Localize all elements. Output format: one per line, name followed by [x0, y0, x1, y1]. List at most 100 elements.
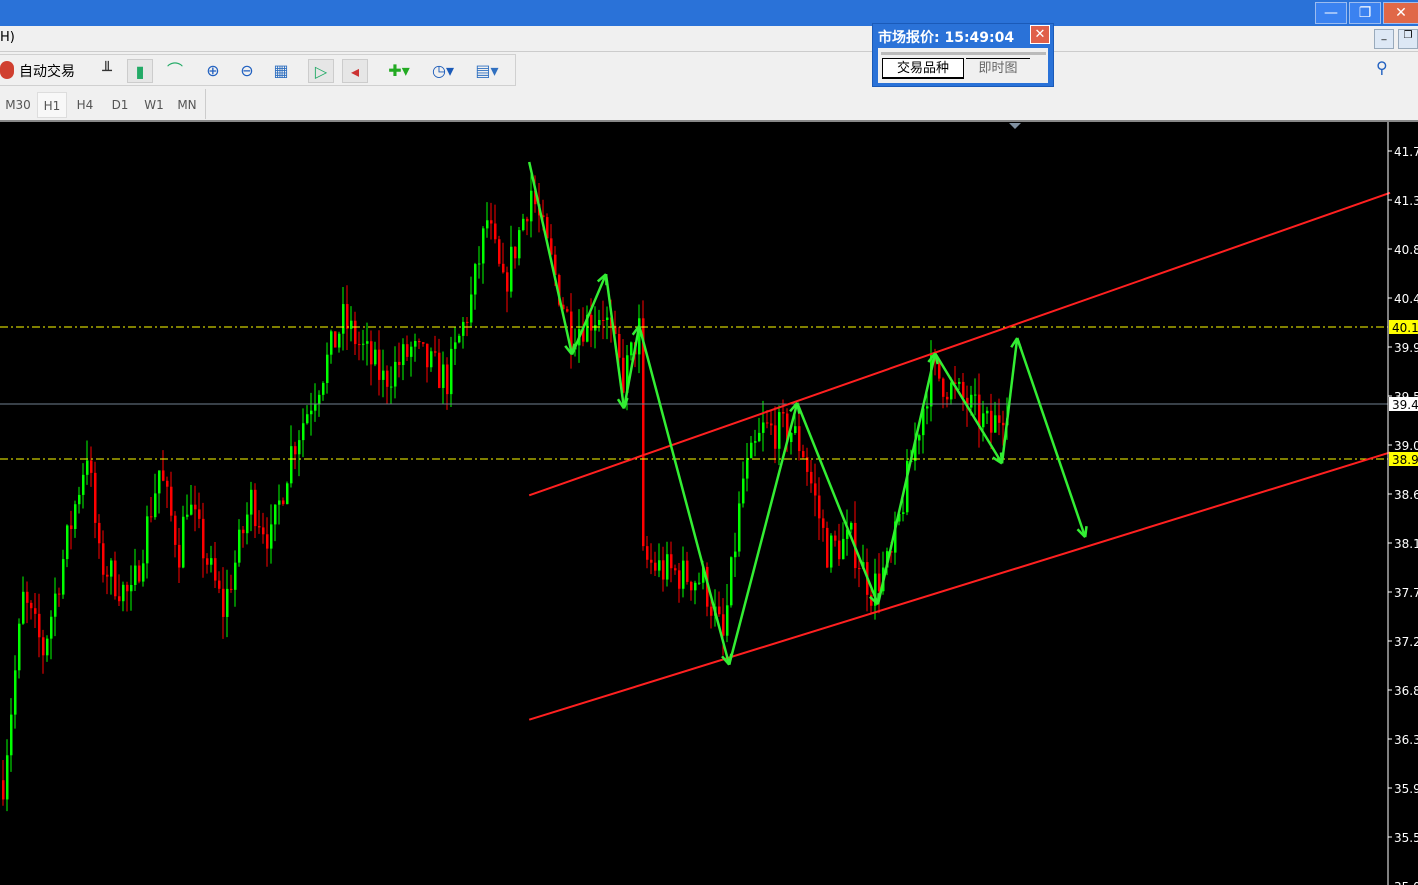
candle-body [138, 565, 141, 582]
wave-arrow-line [527, 161, 574, 355]
candle-body [418, 341, 421, 343]
candle-body [370, 341, 373, 365]
candle-body [266, 534, 269, 549]
candle-body [174, 515, 177, 545]
period-mn[interactable]: MN [172, 92, 202, 118]
candle-body [214, 558, 217, 581]
zoom-in-icon[interactable]: ⊕ [200, 59, 226, 83]
tab-symbols[interactable]: 交易品种 [882, 58, 964, 79]
candle-body [686, 560, 689, 582]
candle-body [26, 591, 29, 603]
candle-body [650, 559, 653, 563]
periods-icon[interactable]: ◷▾ [430, 59, 456, 83]
candle-body [290, 446, 293, 484]
candlestick-icon[interactable]: ▮ [127, 59, 153, 83]
tile-windows-icon[interactable]: ▦ [268, 59, 294, 83]
candle-body [442, 364, 445, 388]
candle-body [666, 554, 669, 580]
candle-body [294, 446, 297, 455]
y-tick-label: 35.5 [1394, 831, 1418, 845]
candle-body [358, 344, 361, 346]
candle-body [690, 581, 693, 591]
candle-body [258, 526, 261, 528]
zoom-out-icon[interactable]: ⊖ [234, 59, 260, 83]
market-watch-close-button[interactable]: ✕ [1030, 25, 1050, 44]
candle-body [118, 596, 121, 602]
child-restore-button[interactable]: ❐ [1398, 29, 1418, 49]
candle-body [830, 535, 833, 568]
candle-body [110, 560, 113, 577]
candle-body [386, 370, 389, 387]
candle-body [186, 514, 189, 517]
candle-body [738, 503, 741, 552]
tab-tick-chart[interactable]: 即时图 [966, 58, 1030, 79]
candle-body [126, 584, 129, 592]
y-tick-label: 35.9 [1394, 782, 1418, 796]
candle-body [522, 218, 525, 231]
market-watch-window: 市场报价: 15:49:04 ✕ 交易品种 即时图 [872, 23, 1054, 87]
wave-arrow-line [570, 273, 608, 355]
candle-body [406, 344, 409, 357]
auto-trade-button[interactable]: 自动交易 [19, 61, 75, 81]
period-d1[interactable]: D1 [105, 92, 135, 118]
candle-body [758, 432, 761, 442]
period-m30[interactable]: M30 [3, 92, 33, 118]
price-label: 38.9 [1392, 453, 1418, 467]
autoscroll-icon[interactable]: ◂ [342, 59, 368, 83]
candle-body [990, 410, 993, 433]
candle-body [42, 637, 45, 656]
y-tick-label: 37.2 [1394, 635, 1418, 649]
menu-help[interactable]: H) [0, 30, 15, 45]
candle-body [178, 544, 181, 568]
candle-body [950, 382, 953, 400]
templates-icon[interactable]: ▤▾ [474, 59, 500, 83]
candle-body [474, 264, 477, 295]
search-icon[interactable]: ⚲ [1376, 58, 1388, 77]
candle-body [310, 410, 313, 415]
period-w1[interactable]: W1 [139, 92, 169, 118]
candle-body [722, 614, 725, 636]
candle-body [210, 558, 213, 565]
candle-body [350, 320, 353, 329]
candle-body [730, 557, 733, 606]
wave-arrow-line [637, 325, 731, 666]
child-minimize-button[interactable]: _ [1374, 29, 1394, 49]
y-tick-label: 39.0 [1394, 439, 1418, 453]
candle-body [678, 570, 681, 589]
candle-body [658, 560, 661, 571]
candle-body [902, 512, 905, 514]
price-chart[interactable]: 41.741.340.840.439.939.539.038.638.137.7… [0, 122, 1418, 885]
candle-body [566, 309, 569, 312]
candle-body [254, 489, 257, 527]
candle-body [14, 670, 17, 715]
candle-body [986, 410, 989, 414]
minimize-button[interactable]: — [1315, 2, 1347, 24]
candle-body [102, 543, 105, 575]
y-tick-label: 40.4 [1394, 292, 1418, 306]
close-button[interactable]: ✕ [1383, 2, 1418, 24]
candle-body [450, 348, 453, 395]
candle-body [782, 412, 785, 414]
candle-body [338, 333, 341, 348]
candle-body [114, 560, 117, 597]
candle-body [750, 442, 753, 458]
period-h1[interactable]: H1 [37, 92, 67, 118]
chart-shift-icon[interactable]: ▷ [308, 59, 334, 83]
candle-body [398, 361, 401, 366]
candle-body [942, 378, 945, 397]
wave-arrow-line [604, 274, 626, 409]
line-chart-icon[interactable]: ⌒ [162, 59, 188, 83]
period-h4[interactable]: H4 [70, 92, 100, 118]
bar-chart-icon[interactable]: ╨ [94, 59, 120, 83]
candle-body [146, 516, 149, 564]
candle-body [790, 433, 793, 443]
new-indicator-icon[interactable]: ✚▾ [386, 59, 412, 83]
candle-body [250, 489, 253, 515]
restore-button[interactable]: ❐ [1349, 2, 1381, 24]
candle-body [66, 525, 69, 560]
candle-body [826, 527, 829, 568]
candle-body [646, 546, 649, 560]
candle-body [150, 516, 153, 518]
candle-body [222, 588, 225, 617]
candle-body [274, 504, 277, 525]
